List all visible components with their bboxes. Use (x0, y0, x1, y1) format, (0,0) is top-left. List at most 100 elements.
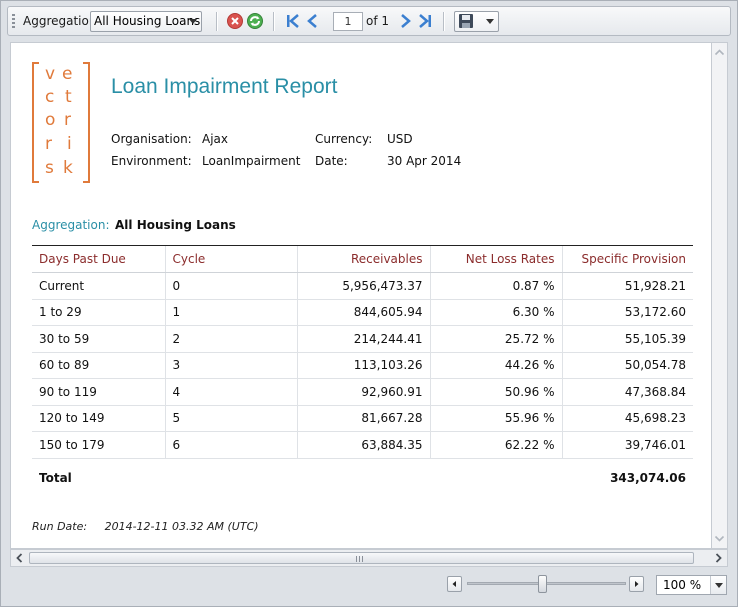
zoom-slider-thumb[interactable] (538, 575, 547, 593)
currency-value: USD (387, 132, 413, 146)
zoom-out-button[interactable] (447, 576, 462, 592)
cell-receivables: 5,956,473.37 (296, 272, 430, 300)
logo-letter: i (67, 134, 72, 154)
cell-days-past-due: 90 to 119 (32, 378, 165, 406)
cell-days-past-due: 120 to 149 (32, 405, 165, 432)
logo-letter: o (45, 110, 56, 130)
report-aggregation-label: Aggregation: (32, 218, 110, 232)
chevron-down-icon (189, 19, 197, 24)
save-icon (459, 14, 473, 28)
horizontal-scrollbar[interactable] (10, 549, 728, 567)
page-number-input[interactable]: 1 (333, 12, 363, 31)
table-row: 90 to 119 4 92,960.91 50.96 % 47,368.84 (32, 378, 693, 406)
cell-days-past-due: Current (32, 272, 165, 300)
previous-page-icon[interactable] (304, 12, 322, 30)
total-empty-cell (165, 457, 297, 498)
logo-bracket-left (32, 62, 39, 183)
page-count: of 1 (366, 14, 390, 28)
cell-cycle: 2 (164, 325, 297, 353)
currency-label: Currency: (315, 132, 373, 146)
table-row: 30 to 59 2 214,244.41 25.72 % 55,105.39 (32, 325, 693, 353)
next-page-icon[interactable] (396, 12, 414, 30)
horizontal-scroll-thumb[interactable] (29, 552, 694, 564)
toolbar-grip[interactable] (12, 14, 15, 28)
cell-specific-provision: 55,105.39 (561, 325, 693, 353)
total-label: Total (32, 457, 165, 498)
cell-net-loss-rate: 55.96 % (429, 405, 562, 432)
table-row: Current 0 5,956,473.37 0.87 % 51,928.21 (32, 272, 693, 300)
first-page-icon[interactable] (284, 12, 302, 30)
export-dropdown[interactable] (454, 11, 499, 32)
cell-receivables: 113,103.26 (296, 352, 430, 379)
toolbar-separator (273, 12, 274, 31)
table-total-row: Total 343,074.06 (32, 457, 693, 498)
column-header-specific-provision[interactable]: Specific Provision (561, 245, 693, 273)
chevron-down-icon (486, 19, 494, 24)
refresh-icon[interactable] (246, 12, 264, 30)
cell-specific-provision: 50,054.78 (561, 352, 693, 379)
last-page-icon[interactable] (416, 12, 434, 30)
column-header-days-past-due[interactable]: Days Past Due (32, 245, 165, 273)
cell-specific-provision: 45,698.23 (561, 405, 693, 432)
date-label: Date: (315, 154, 348, 168)
cell-net-loss-rate: 6.30 % (429, 299, 562, 326)
cell-days-past-due: 60 to 89 (32, 352, 165, 379)
cell-cycle: 4 (164, 378, 297, 406)
chevron-down-icon[interactable] (710, 576, 726, 594)
vertical-scrollbar[interactable] (712, 42, 728, 549)
cell-net-loss-rate: 44.26 % (429, 352, 562, 379)
organisation-label: Organisation: (111, 132, 192, 146)
aggregation-dropdown-value: All Housing Loans (94, 14, 201, 28)
zoom-level-dropdown[interactable]: 100 % (656, 575, 727, 595)
table-header-row: Days Past Due Cycle Receivables Net Loss… (32, 245, 693, 273)
zoom-in-button[interactable] (629, 576, 644, 592)
aggregation-label: Aggregation: (23, 14, 101, 28)
toolbar-separator (443, 12, 444, 31)
scroll-right-icon[interactable] (711, 551, 726, 565)
logo-letter: v (45, 64, 56, 84)
report-page: v e c t o r r i s k Loan Impairment Repo… (10, 42, 712, 549)
toolbar-separator (216, 12, 217, 31)
total-empty-cell (430, 457, 562, 498)
cell-cycle: 1 (164, 299, 297, 326)
cell-specific-provision: 51,928.21 (561, 272, 693, 300)
scroll-left-icon[interactable] (12, 551, 27, 565)
cell-receivables: 214,244.41 (296, 325, 430, 353)
logo-letter: k (63, 158, 73, 178)
cell-receivables: 844,605.94 (296, 299, 430, 326)
cell-net-loss-rate: 0.87 % (429, 272, 562, 300)
impairment-table: Days Past Due Cycle Receivables Net Loss… (32, 245, 693, 498)
logo-letter: c (45, 87, 55, 107)
cell-days-past-due: 30 to 59 (32, 325, 165, 353)
scroll-thumb-grip (356, 556, 364, 562)
column-header-receivables[interactable]: Receivables (296, 245, 430, 273)
table-row: 1 to 29 1 844,605.94 6.30 % 53,172.60 (32, 299, 693, 326)
cell-receivables: 81,667.28 (296, 405, 430, 432)
logo-letter: r (45, 134, 52, 154)
caret-left-icon (452, 581, 456, 587)
column-header-cycle[interactable]: Cycle (164, 245, 297, 273)
scroll-up-icon[interactable] (712, 45, 727, 60)
logo-letter: s (45, 158, 54, 178)
run-date: Run Date: 2014-12-11 03.32 AM (UTC) (32, 520, 259, 533)
scroll-down-icon[interactable] (712, 531, 727, 546)
table-row: 120 to 149 5 81,667.28 55.96 % 45,698.23 (32, 405, 693, 432)
cell-cycle: 5 (164, 405, 297, 432)
aggregation-dropdown[interactable]: All Housing Loans (90, 11, 202, 32)
cell-net-loss-rate: 25.72 % (429, 325, 562, 353)
total-empty-cell (297, 457, 430, 498)
vector-risk-logo: v e c t o r r i s k (32, 62, 90, 183)
run-date-value: 2014-12-11 03.32 AM (UTC) (104, 520, 259, 533)
cell-days-past-due: 150 to 179 (32, 431, 165, 459)
total-specific-provision: 343,074.06 (562, 457, 693, 498)
cell-specific-provision: 39,746.01 (561, 431, 693, 459)
zoom-level-value: 100 % (663, 578, 702, 592)
organisation-value: Ajax (202, 132, 228, 146)
cell-net-loss-rate: 50.96 % (429, 378, 562, 406)
column-header-net-loss-rates[interactable]: Net Loss Rates (429, 245, 562, 273)
cell-specific-provision: 47,368.84 (561, 378, 693, 406)
page-count-wrap: of 1 (366, 7, 389, 35)
stop-icon[interactable] (226, 12, 244, 30)
cell-days-past-due: 1 to 29 (32, 299, 165, 326)
aggregation-label-wrap: Aggregation: (23, 7, 101, 35)
